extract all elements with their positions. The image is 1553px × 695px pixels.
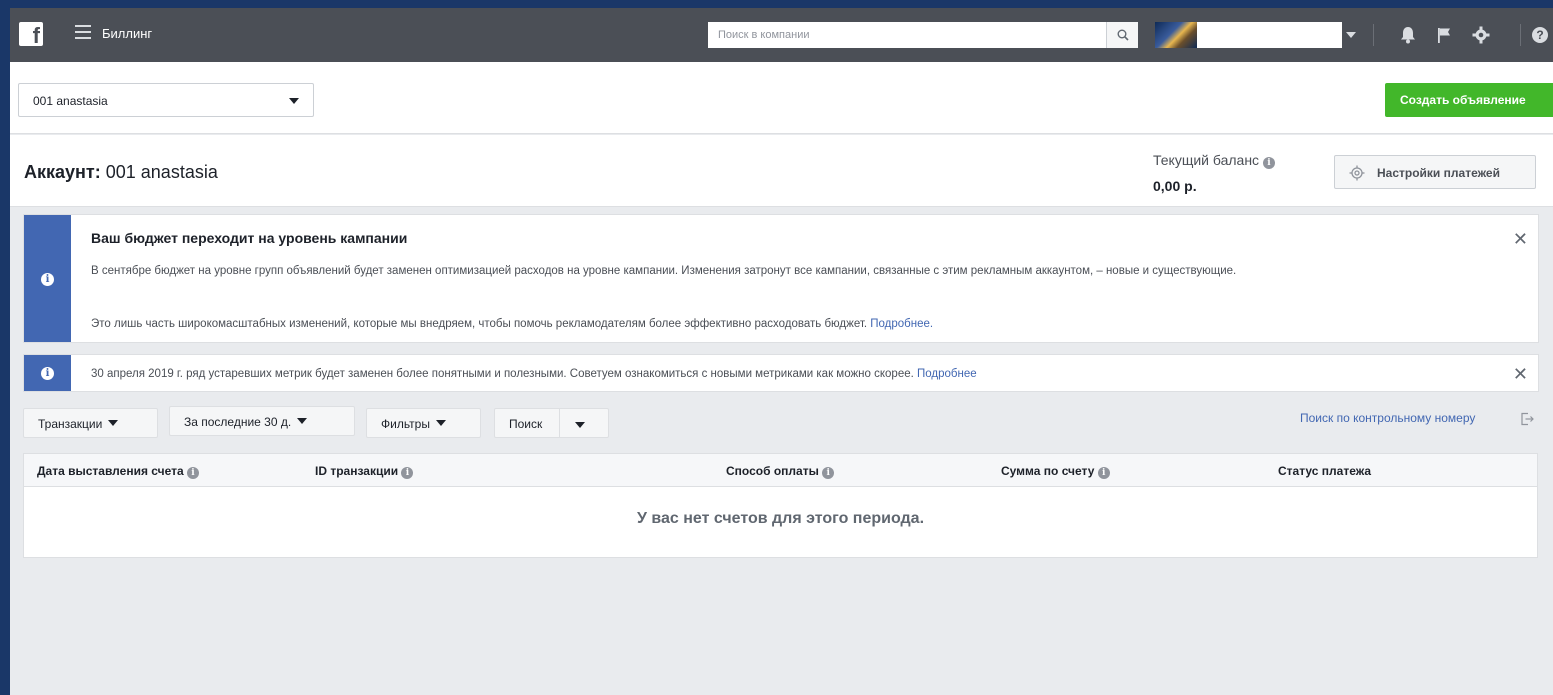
chevron-down-icon xyxy=(435,420,446,426)
column-header-transaction-id[interactable]: ID транзакции i xyxy=(315,464,414,479)
svg-text:?: ? xyxy=(1536,28,1543,42)
close-icon[interactable]: ✕ xyxy=(1513,229,1528,250)
info-icon[interactable]: i xyxy=(822,467,835,479)
notice-accent-bar: i xyxy=(24,215,71,342)
close-icon[interactable]: ✕ xyxy=(1513,364,1528,385)
notice-accent-bar: i xyxy=(24,355,71,391)
page-title: Аккаунт: 001 anastasia xyxy=(24,162,218,183)
account-toolbar: 001 anastasia Создать объявление xyxy=(10,62,1553,134)
info-icon[interactable]: i xyxy=(1262,157,1275,169)
create-ad-button[interactable]: Создать объявление xyxy=(1385,83,1553,117)
learn-more-link[interactable]: Подробнее xyxy=(917,368,977,380)
invoices-table: Дата выставления счета i ID транзакции i… xyxy=(23,453,1538,558)
column-header-label: ID транзакции xyxy=(315,464,399,478)
facebook-logo-icon[interactable]: f xyxy=(19,22,43,46)
period-label: За последние 30 д. xyxy=(184,415,292,429)
column-header-label: Статус платежа xyxy=(1278,464,1372,478)
column-header-label: Сумма по счету xyxy=(1001,464,1095,478)
account-selector[interactable]: 001 anastasia xyxy=(18,83,314,117)
search-dropdown[interactable]: Поиск xyxy=(494,408,609,438)
divider xyxy=(1520,24,1521,46)
transactions-dropdown[interactable]: Транзакции xyxy=(23,408,158,438)
account-heading-name: 001 anastasia xyxy=(105,162,218,182)
divider xyxy=(1373,24,1374,46)
search-label: Поиск xyxy=(509,417,543,431)
table-header: Дата выставления счета i ID транзакции i… xyxy=(24,454,1537,487)
export-icon[interactable] xyxy=(1520,412,1534,429)
column-header-label: Способ оплаты xyxy=(726,464,819,478)
chevron-down-icon xyxy=(289,98,299,104)
gear-icon xyxy=(1349,165,1365,184)
gear-icon[interactable] xyxy=(1471,24,1491,46)
account-name-field[interactable] xyxy=(1197,22,1342,48)
chevron-down-icon xyxy=(108,420,119,426)
menu-icon[interactable] xyxy=(75,25,91,39)
budget-notice: i Ваш бюджет переходит на уровень кампан… xyxy=(23,214,1539,343)
info-icon[interactable]: i xyxy=(401,467,414,479)
balance-value: 0,00 р. xyxy=(1153,178,1197,194)
screen-frame-left xyxy=(0,0,10,695)
info-icon[interactable]: i xyxy=(187,467,200,479)
filters-label: Фильтры xyxy=(381,417,430,431)
chevron-down-icon xyxy=(575,422,585,428)
account-summary: Аккаунт: 001 anastasia Текущий баланс i … xyxy=(10,135,1553,207)
help-icon[interactable]: ? xyxy=(1530,24,1550,46)
notice-paragraph-text: Это лишь часть широкомасштабных изменени… xyxy=(91,318,868,330)
period-dropdown[interactable]: За последние 30 д. xyxy=(169,406,355,436)
empty-state-message: У вас нет счетов для этого периода. xyxy=(636,510,925,527)
balance-label-text: Текущий баланс xyxy=(1153,152,1260,168)
payment-settings-button[interactable]: Настройки платежей xyxy=(1334,155,1536,189)
learn-more-link[interactable]: Подробнее. xyxy=(870,318,933,330)
payment-settings-label: Настройки платежей xyxy=(1377,166,1500,180)
app-title[interactable]: Биллинг xyxy=(102,26,152,41)
metrics-notice: i 30 апреля 2019 г. ряд устаревших метри… xyxy=(23,354,1539,392)
column-header-payment-status[interactable]: Статус платежа xyxy=(1278,464,1371,478)
notice-paragraph: В сентябре бюджет на уровне групп объявл… xyxy=(91,265,1237,277)
notice-paragraph: Это лишь часть широкомасштабных изменени… xyxy=(91,316,1491,333)
screen-frame-top xyxy=(0,0,1553,8)
info-icon[interactable]: i xyxy=(1097,467,1110,479)
billing-app: f Биллинг ? 001 anastasia xyxy=(10,8,1553,695)
divider xyxy=(559,409,560,437)
column-header-invoice-date[interactable]: Дата выставления счета i xyxy=(37,464,200,479)
column-header-label: Дата выставления счета xyxy=(37,464,184,478)
info-icon: i xyxy=(41,273,54,286)
column-header-payment-method[interactable]: Способ оплаты i xyxy=(726,464,835,479)
flag-icon[interactable] xyxy=(1434,24,1454,46)
company-search xyxy=(708,22,1138,48)
account-selector-value: 001 anastasia xyxy=(33,94,108,108)
chevron-down-icon xyxy=(297,418,308,424)
bell-icon[interactable] xyxy=(1398,24,1418,46)
notice-paragraph: 30 апреля 2019 г. ряд устаревших метрик … xyxy=(91,366,1491,383)
company-search-input[interactable] xyxy=(708,22,1106,48)
avatar[interactable] xyxy=(1155,22,1197,48)
search-by-control-number-link[interactable]: Поиск по контрольному номеру xyxy=(1300,411,1475,425)
balance-label: Текущий баланс i xyxy=(1153,152,1275,169)
filters-dropdown[interactable]: Фильтры xyxy=(366,408,481,438)
notice-title: Ваш бюджет переходит на уровень кампании xyxy=(91,230,408,246)
top-navigation-bar: f Биллинг ? xyxy=(10,8,1553,62)
notice-paragraph-text: 30 апреля 2019 г. ряд устаревших метрик … xyxy=(91,368,914,380)
info-icon: i xyxy=(41,367,54,380)
transactions-label: Транзакции xyxy=(38,417,103,431)
account-heading-prefix: Аккаунт: xyxy=(24,162,101,182)
search-icon[interactable] xyxy=(1106,22,1138,48)
chevron-down-icon[interactable] xyxy=(1346,32,1356,38)
column-header-invoice-amount[interactable]: Сумма по счету i xyxy=(1001,464,1110,479)
